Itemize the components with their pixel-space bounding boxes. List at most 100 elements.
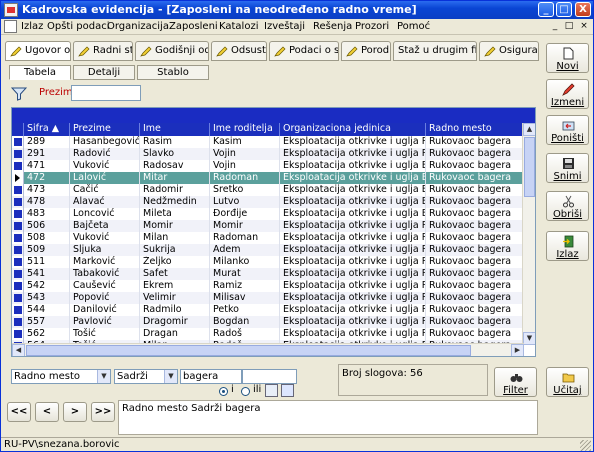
table-row[interactable]: 557 Pavlović Dragomir Bogdan Eksploatacija o… [12,316,524,328]
row-selector[interactable] [12,256,24,268]
cell-ime[interactable]: Dragomir [140,316,210,328]
cancel-button[interactable]: Poništi [546,115,589,145]
tab-detalji[interactable]: Detalji [73,65,135,80]
table-row[interactable]: 511 Marković Željko Milanko Eksploatacija ot… [12,256,524,268]
chevron-down-icon[interactable]: ▼ [164,370,177,383]
row-selector[interactable] [12,160,24,172]
cell-ime-roditelja[interactable]: Radoman [210,172,280,184]
apply-filter-icon[interactable] [281,384,294,397]
cell-organizaciona-jedinica[interactable]: Eksploatacija otkrivke i uglja Potrlica [280,304,426,316]
menu-resenja[interactable]: Rešenja [313,21,352,32]
next-record-button[interactable]: > [63,402,87,422]
cell-sifra[interactable]: 543 [24,292,70,304]
menu-prozori[interactable]: Prozori [355,21,389,32]
radio-ili[interactable] [241,387,250,396]
cell-ime-roditelja[interactable]: Momir [210,220,280,232]
menu-opsti-podaci[interactable]: Opšti podaci [47,21,110,32]
cell-sifra[interactable]: 478 [24,196,70,208]
table-row[interactable]: 544 Danilović Radmilo Petko Eksploatacija ot… [12,304,524,316]
cell-prezime[interactable]: Alavać [70,196,140,208]
scroll-thumb[interactable] [524,137,535,197]
cell-prezime[interactable]: Tabaković [70,268,140,280]
cell-sifra[interactable]: 291 [24,148,70,160]
cell-ime[interactable]: Željko [140,256,210,268]
menu-organizacija[interactable]: Organizacija [107,21,169,32]
cell-sifra[interactable]: 541 [24,268,70,280]
cell-prezime[interactable]: Radović [70,148,140,160]
cell-sifra[interactable]: 542 [24,280,70,292]
cell-ime-roditelja[interactable]: Vojin [210,148,280,160]
cell-ime[interactable]: Velimir [140,292,210,304]
menu-zaposleni[interactable]: Zaposleni [169,21,218,32]
row-selector[interactable] [12,172,24,184]
last-record-button[interactable]: >> [91,402,115,422]
cell-ime[interactable]: Ekrem [140,280,210,292]
table-row[interactable]: 472 Lalović Mitar Radoman Eksploatacija otkr… [12,172,524,184]
table-row[interactable]: 543 Popović Velimir Milisav Eksploatacija ot… [12,292,524,304]
cell-organizaciona-jedinica[interactable]: Eksploatacija otkrivke i uglja Borovica [280,160,426,172]
cell-prezime[interactable]: Popović [70,292,140,304]
tab-porodica[interactable]: Porodica [341,41,391,61]
cell-prezime[interactable]: Vuković [70,160,140,172]
cell-ime[interactable]: Šukrija [140,244,210,256]
tab-radni-staz[interactable]: Radni staž [73,41,133,61]
cell-radno-mesto[interactable]: Rukovaoc bagera [426,304,524,316]
cell-radno-mesto[interactable]: Rukovaoc bagera [426,244,524,256]
maximize-button[interactable]: □ [556,2,572,17]
cell-prezime[interactable]: Čačić [70,184,140,196]
cell-organizaciona-jedinica[interactable]: Eksploatacija otkrivke i uglja Potrlica [280,220,426,232]
cell-organizaciona-jedinica[interactable]: Eksploatacija otkrivke i uglja Potrlica [280,256,426,268]
menu-pomoc[interactable]: Pomoć [397,21,430,32]
prezime-input[interactable] [71,85,141,101]
cell-radno-mesto[interactable]: Rukovaoc bagera [426,328,524,340]
row-selector[interactable] [12,184,24,196]
row-selector[interactable] [12,208,24,220]
cell-organizaciona-jedinica[interactable]: Eksploatacija otkrivke i uglja Borovica [280,172,426,184]
tab-osiguranje[interactable]: Osiguranje [479,41,539,61]
scroll-thumb[interactable] [26,345,471,356]
cell-ime[interactable]: Dragan [140,328,210,340]
cell-prezime[interactable]: Marković [70,256,140,268]
row-selector[interactable] [12,232,24,244]
cell-radno-mesto[interactable]: Rukovaoc bagera [426,292,524,304]
cell-prezime[interactable]: Bajčeta [70,220,140,232]
save-button[interactable]: Snimi [546,153,589,183]
exit-button[interactable]: Izlaz [546,231,589,261]
cell-ime-roditelja[interactable]: Lutvo [210,196,280,208]
cell-prezime[interactable]: Loncović [70,208,140,220]
cell-prezime[interactable]: Lalović [70,172,140,184]
table-row[interactable]: 506 Bajčeta Momir Momir Eksploatacija otkriv… [12,220,524,232]
tab-odsustva[interactable]: Odsustva [211,41,267,61]
vertical-scrollbar[interactable]: ▲ ▼ [522,123,535,345]
cell-ime-roditelja[interactable]: Milisav [210,292,280,304]
search-value-input[interactable]: bagera [180,369,242,384]
row-selector[interactable] [12,304,24,316]
field-select[interactable]: Radno mesto ▼ [11,369,111,384]
tab-stablo[interactable]: Stablo [137,65,209,80]
cell-organizaciona-jedinica[interactable]: Eksploatacija otkrivke i uglja Potrlica [280,292,426,304]
header-radno-mesto[interactable]: Radno mesto [426,123,524,136]
tab-godisnji-odmor[interactable]: Godišnji odmor [135,41,209,61]
cell-prezime[interactable]: Šljuka [70,244,140,256]
cell-radno-mesto[interactable]: Rukovaoc bagera [426,232,524,244]
cell-radno-mesto[interactable]: Rukovaoc bagera [426,136,524,148]
table-row[interactable]: 508 Vuković Milan Radoman Eksploatacija otkr… [12,232,524,244]
row-selector[interactable] [12,220,24,232]
funnel-icon[interactable] [11,87,27,101]
cell-ime[interactable]: Mileta [140,208,210,220]
cell-radno-mesto[interactable]: Rukovaoc bagera [426,256,524,268]
header-ime[interactable]: Ime [140,123,210,136]
cell-sifra[interactable]: 562 [24,328,70,340]
delete-button[interactable]: Obriši [546,191,589,221]
header-sifra[interactable]: Šifra ▲ [24,123,70,136]
mdi-minimize-button[interactable]: _ [549,21,561,32]
row-selector[interactable] [12,148,24,160]
filter-button[interactable]: Filter [494,367,537,397]
cell-sifra[interactable]: 544 [24,304,70,316]
cell-prezime[interactable]: Vuković [70,232,140,244]
cell-ime[interactable]: Momir [140,220,210,232]
tab-tabela[interactable]: Tabela [9,65,71,80]
cell-sifra[interactable]: 557 [24,316,70,328]
cell-ime[interactable]: Radosav [140,160,210,172]
cell-organizaciona-jedinica[interactable]: Eksploatacija otkrivke i uglja Potrlica [280,268,426,280]
